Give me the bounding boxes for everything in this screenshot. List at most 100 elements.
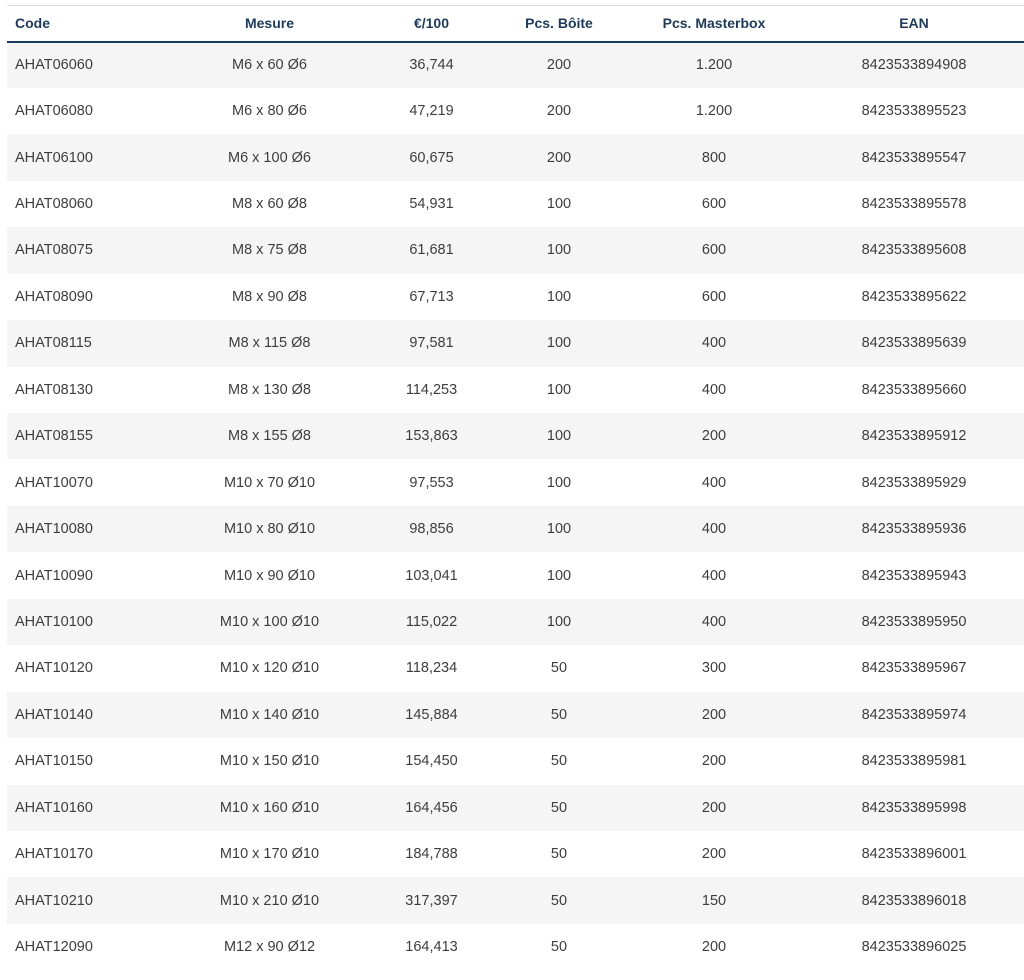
cell-ean: 8423533896025: [861, 939, 967, 956]
cell-pcs-boite: 50: [550, 939, 568, 956]
cell-ean: 8423533895912: [861, 428, 967, 445]
product-table: Code Mesure €/100 Pcs. Bôite Pcs. Master…: [7, 5, 1024, 971]
table-row[interactable]: AHAT08130 M8 x 130 Ø8 114,253 100 400 8423533…: [7, 366, 1024, 413]
cell-mesure: M10 x 210 Ø10: [219, 892, 320, 909]
cell-pcs-masterbox: 200: [701, 846, 727, 863]
cell-mesure: M8 x 90 Ø8: [232, 288, 307, 305]
cell-price: 118,234: [405, 660, 458, 677]
cell-pcs-boite: 100: [546, 196, 572, 213]
cell-pcs-boite: 100: [546, 242, 572, 259]
cell-pcs-masterbox: 300: [701, 660, 727, 677]
cell-pcs-boite: 100: [546, 288, 572, 305]
cell-ean: 8423533895929: [861, 474, 967, 491]
cell-pcs-masterbox: 400: [701, 613, 727, 630]
table-row[interactable]: AHAT08060 M8 x 60 Ø8 54,931 100 600 842353389…: [7, 180, 1024, 228]
column-header-pcs-masterbox[interactable]: Pcs. Masterbox: [624, 6, 804, 42]
column-header-mesure[interactable]: Mesure: [170, 6, 369, 42]
cell-pcs-masterbox: 200: [701, 706, 727, 723]
table-row[interactable]: AHAT10160 M10 x 160 Ø10 164,456 50 200 842353…: [7, 784, 1024, 831]
cell-ean: 8423533895608: [861, 242, 967, 259]
column-header-price[interactable]: €/100: [369, 6, 494, 42]
cell-mesure: M10 x 90 Ø10: [223, 567, 316, 584]
table-row[interactable]: AHAT08115 M8 x 115 Ø8 97,581 100 400 84235338…: [7, 320, 1024, 367]
cell-pcs-boite: 100: [546, 474, 572, 491]
table-row[interactable]: AHAT08090 M8 x 90 Ø8 67,713 100 600 842353389…: [7, 273, 1024, 321]
cell-ean: 8423533895639: [861, 335, 967, 352]
cell-pcs-boite: 200: [546, 57, 572, 74]
cell-pcs-masterbox: 600: [701, 196, 727, 213]
table-row[interactable]: AHAT10070 M10 x 70 Ø10 97,553 100 400 8423533…: [7, 459, 1024, 506]
table-row[interactable]: AHAT10080 M10 x 80 Ø10 98,856 100 400 8423533…: [7, 505, 1024, 553]
cell-mesure: M8 x 75 Ø8: [232, 242, 307, 259]
table-row[interactable]: AHAT10140 M10 x 140 Ø10 145,884 50 200 842353…: [7, 691, 1024, 739]
cell-pcs-masterbox: 200: [701, 428, 727, 445]
cell-pcs-masterbox: 1.200: [695, 57, 733, 74]
cell-code: AHAT06060: [15, 57, 93, 74]
cell-code: AHAT06080: [15, 103, 93, 120]
cell-price: 153,863: [405, 428, 458, 445]
cell-price: 54,931: [409, 196, 454, 213]
table-row[interactable]: AHAT10100 M10 x 100 Ø10 115,022 100 400 84235…: [7, 598, 1024, 646]
table-row[interactable]: AHAT10170 M10 x 170 Ø10 184,788 50 200 842353…: [7, 830, 1024, 878]
column-header-ean[interactable]: EAN: [804, 6, 1024, 42]
cell-pcs-boite: 200: [546, 103, 572, 120]
cell-price: 164,456: [405, 799, 458, 816]
cell-price: 47,219: [409, 103, 454, 120]
cell-pcs-boite: 50: [550, 846, 568, 863]
cell-ean: 8423533895943: [861, 567, 967, 584]
table-row[interactable]: AHAT06060 M6 x 60 Ø6 36,744 200 1.200 8423533…: [7, 41, 1024, 88]
cell-price: 60,675: [409, 149, 454, 166]
table-row[interactable]: AHAT12090 M12 x 90 Ø12 164,413 50 200 8423533…: [7, 923, 1024, 971]
cell-price: 164,413: [405, 939, 458, 956]
cell-code: AHAT10170: [15, 846, 93, 863]
cell-price: 103,041: [405, 567, 458, 584]
column-header-pcs-boite[interactable]: Pcs. Bôite: [494, 6, 624, 42]
cell-pcs-masterbox: 800: [701, 149, 727, 166]
cell-pcs-masterbox: 400: [701, 474, 727, 491]
cell-ean: 8423533895523: [861, 103, 967, 120]
cell-pcs-masterbox: 200: [701, 753, 727, 770]
cell-mesure: M10 x 160 Ø10: [219, 799, 320, 816]
cell-pcs-boite: 100: [546, 613, 572, 630]
cell-pcs-masterbox: 400: [701, 567, 727, 584]
cell-mesure: M8 x 60 Ø8: [232, 196, 307, 213]
cell-price: 97,581: [409, 335, 454, 352]
cell-code: AHAT10160: [15, 799, 93, 816]
table-row[interactable]: AHAT08075 M8 x 75 Ø8 61,681 100 600 842353389…: [7, 227, 1024, 274]
cell-pcs-boite: 100: [546, 381, 572, 398]
cell-ean: 8423533896018: [861, 892, 967, 909]
cell-pcs-masterbox: 400: [701, 335, 727, 352]
cell-price: 154,450: [405, 753, 458, 770]
table-row[interactable]: AHAT10120 M10 x 120 Ø10 118,234 50 300 842353…: [7, 645, 1024, 692]
cell-mesure: M6 x 80 Ø6: [232, 103, 307, 120]
table-row[interactable]: AHAT10150 M10 x 150 Ø10 154,450 50 200 842353…: [7, 738, 1024, 785]
cell-price: 97,553: [409, 474, 454, 491]
cell-code: AHAT10100: [15, 613, 93, 630]
cell-pcs-boite: 50: [550, 799, 568, 816]
table-row[interactable]: AHAT06080 M6 x 80 Ø6 47,219 200 1.200 8423533…: [7, 87, 1024, 135]
column-header-code[interactable]: Code: [7, 6, 170, 42]
cell-ean: 8423533895936: [861, 521, 967, 538]
cell-price: 36,744: [409, 57, 454, 74]
cell-pcs-masterbox: 200: [701, 799, 727, 816]
cell-code: AHAT10120: [15, 660, 93, 677]
cell-price: 317,397: [405, 892, 458, 909]
cell-code: AHAT08075: [15, 242, 93, 259]
table-row[interactable]: AHAT06100 M6 x 100 Ø6 60,675 200 800 84235338…: [7, 134, 1024, 181]
table-row[interactable]: AHAT08155 M8 x 155 Ø8 153,863 100 200 8423533…: [7, 413, 1024, 460]
cell-mesure: M6 x 60 Ø6: [232, 57, 307, 74]
cell-mesure: M10 x 70 Ø10: [223, 474, 316, 491]
cell-pcs-boite: 50: [550, 753, 568, 770]
cell-pcs-masterbox: 200: [701, 939, 727, 956]
cell-pcs-boite: 50: [550, 892, 568, 909]
cell-code: AHAT08155: [15, 428, 93, 445]
cell-ean: 8423533895974: [861, 706, 967, 723]
table-header: Code Mesure €/100 Pcs. Bôite Pcs. Master…: [7, 5, 1024, 42]
table-row[interactable]: AHAT10090 M10 x 90 Ø10 103,041 100 400 842353…: [7, 552, 1024, 599]
cell-pcs-boite: 100: [546, 335, 572, 352]
table-row[interactable]: AHAT10210 M10 x 210 Ø10 317,397 50 150 842353…: [7, 877, 1024, 924]
cell-ean: 8423533894908: [861, 57, 967, 74]
cell-ean: 8423533895660: [861, 381, 967, 398]
cell-price: 114,253: [405, 381, 458, 398]
cell-mesure: M10 x 100 Ø10: [219, 613, 320, 630]
